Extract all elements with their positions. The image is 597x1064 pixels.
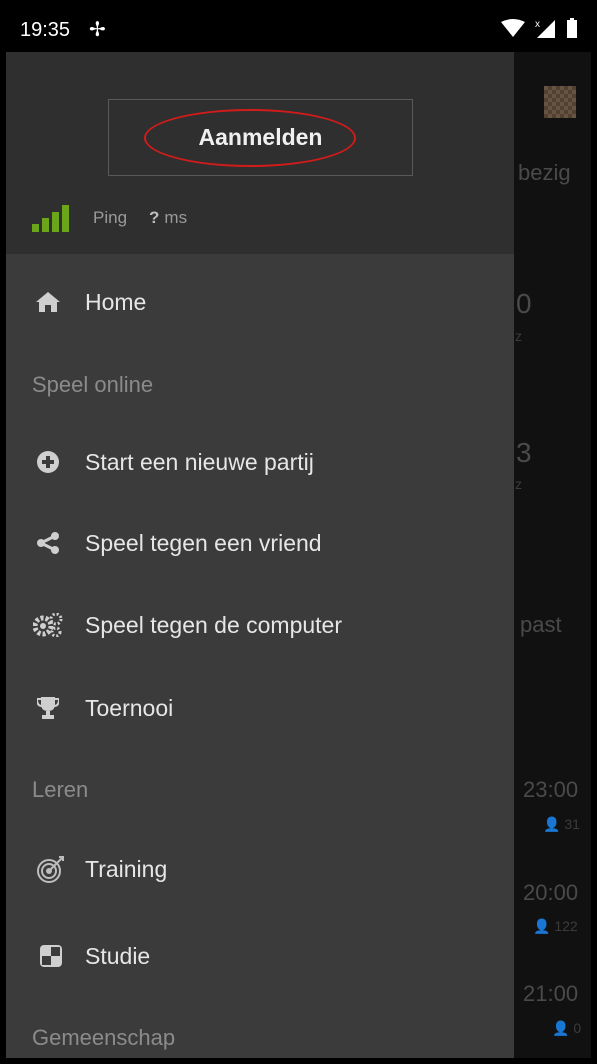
ping-unit: ms [164,208,188,227]
bg-text: 0 [516,288,532,319]
battery-icon [567,18,577,38]
login-button[interactable]: Aanmelden [108,99,413,176]
section-label-play-online: Speel online [32,372,154,397]
menu-item-tournament[interactable]: Toernooi [6,678,514,738]
signal-bars-icon [32,204,72,232]
menu-item-label: Speel tegen de computer [85,611,343,638]
section-label-community: Gemeenschap [32,1025,176,1050]
status-time: 19:35 [20,19,71,41]
bg-text: bezig [518,160,571,185]
menu-item-play-computer[interactable]: Speel tegen de computer [6,595,514,655]
cogs-icon [6,613,85,637]
menu-item-new-game[interactable]: Start een nieuwe partij [6,432,514,492]
ping-label: Ping [93,208,128,227]
share-icon [6,532,85,554]
bg-text: past [520,612,562,637]
menu-item-home[interactable]: Home [6,272,514,332]
fan-icon: ✢ [89,19,106,41]
bg-time: 21:00 [523,981,579,1006]
bg-time: 20:00 [523,880,579,905]
menu-item-label: Speel tegen een vriend [85,529,322,556]
home-icon [6,292,85,312]
status-icons: x [501,18,577,38]
menu-item-label: Training [85,855,168,882]
menu-item-label: Studie [85,942,151,969]
signal-icon: x [535,19,555,38]
menu-item-training[interactable]: Training [6,839,514,899]
bg-count: 👤 0 [552,1020,582,1036]
menu-item-play-friend[interactable]: Speel tegen een vriend [6,513,514,573]
section-label-learn: Leren [32,777,89,802]
bg-text: 3 [516,437,532,468]
menu-item-label: Home [85,288,147,315]
chessboard-icon [544,86,576,118]
plus-circle-icon [6,451,85,473]
svg-text:x: x [535,19,540,30]
study-icon [6,945,85,967]
menu-item-label: Toernooi [85,694,174,721]
wifi-icon [501,19,525,37]
bg-count: 👤 122 [533,918,578,934]
ping-indicator: Ping ? ms [32,204,187,232]
screen: 19:35 ✢ x bezig 0 z 3 z past 23:00 👤 31 … [6,6,591,1058]
ping-value: ? [149,208,160,227]
status-bar: 19:35 ✢ x [6,6,591,52]
bg-time: 23:00 [523,777,579,802]
menu-item-label: Start een nieuwe partij [85,448,314,475]
bg-text: z [515,328,522,344]
bg-text: z [515,476,522,492]
drawer-header: Aanmelden Ping ? ms [6,52,514,254]
bg-count: 👤 31 [543,816,580,832]
navigation-drawer: Aanmelden Ping ? ms Home Speel online St… [6,52,514,1058]
menu-item-study[interactable]: Studie [6,926,514,986]
trophy-icon [6,697,85,719]
target-icon [6,855,85,883]
